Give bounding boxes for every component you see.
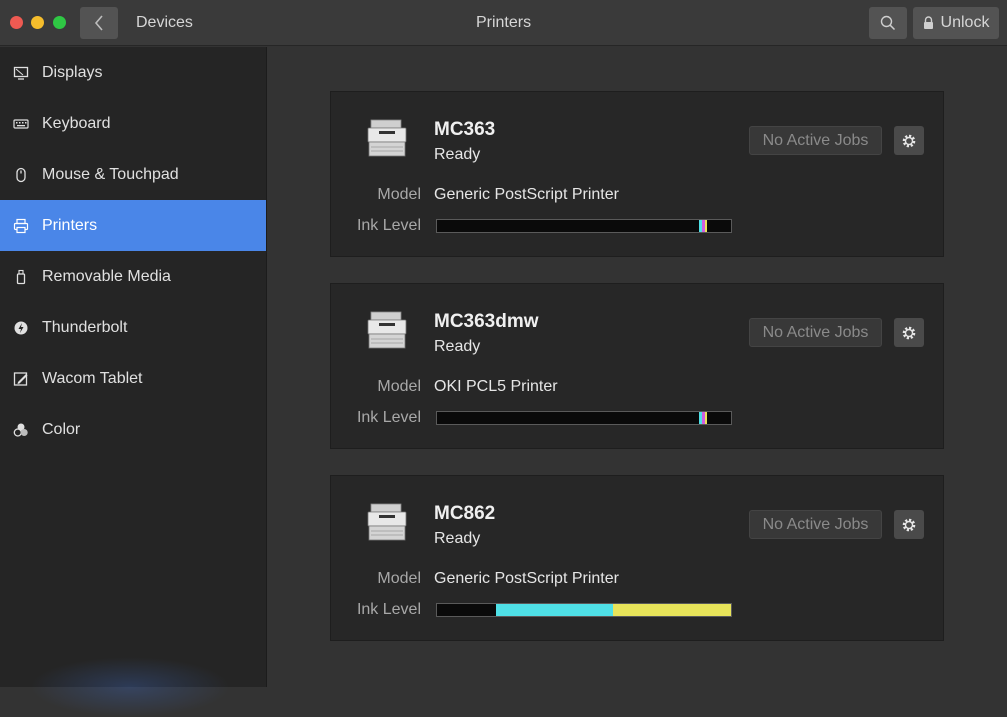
sidebar-item-label: Mouse & Touchpad	[42, 165, 179, 183]
printer-card: MC363dmw Ready Model OKI PCL5 Printer In…	[330, 283, 944, 449]
printer-device-icon	[367, 119, 407, 157]
gear-icon	[902, 326, 916, 339]
sidebar-item-mouse-touchpad[interactable]: Mouse & Touchpad	[0, 149, 266, 200]
printer-settings-button[interactable]	[894, 126, 924, 155]
ink-level-bar	[436, 219, 732, 233]
printer-status: Ready	[434, 146, 481, 163]
unlock-label: Unlock	[940, 14, 990, 31]
close-window-button[interactable]	[10, 16, 23, 29]
ink-level-bar	[436, 603, 732, 617]
maximize-window-button[interactable]	[53, 16, 66, 29]
thunderbolt-icon	[12, 319, 30, 337]
printer-settings-button[interactable]	[894, 318, 924, 347]
printers-pane: MC363 Ready Model Generic PostScript Pri…	[267, 47, 1007, 687]
display-icon	[12, 64, 30, 82]
minimize-window-button[interactable]	[31, 16, 44, 29]
sidebar-item-label: Color	[42, 420, 81, 438]
ink-level-label: Ink Level	[356, 601, 421, 618]
unlock-button[interactable]: Unlock	[913, 7, 999, 39]
printer-settings-button[interactable]	[894, 510, 924, 539]
mouse-icon	[12, 166, 30, 184]
sidebar-item-label: Keyboard	[42, 114, 111, 132]
sidebar-item-printers[interactable]: Printers	[0, 200, 266, 251]
printer-model: Generic PostScript Printer	[434, 186, 619, 203]
printer-status: Ready	[434, 338, 481, 355]
sidebar-item-wacom-tablet[interactable]: Wacom Tablet	[0, 353, 266, 404]
sidebar-item-keyboard[interactable]: Keyboard	[0, 98, 266, 149]
printer-status: Ready	[434, 530, 481, 547]
no-active-jobs-button[interactable]: No Active Jobs	[749, 318, 882, 347]
search-icon	[880, 15, 896, 31]
model-label: Model	[377, 186, 421, 203]
printer-name: MC862	[434, 503, 496, 524]
ink-segment-cyan	[495, 604, 614, 616]
model-label: Model	[377, 378, 421, 395]
ink-level-label: Ink Level	[356, 217, 421, 234]
printer-name: MC363	[434, 119, 496, 140]
printer-device-icon	[367, 311, 407, 349]
ink-segment-yellow	[613, 604, 731, 616]
ink-segment-black	[437, 604, 496, 616]
chevron-left-icon	[94, 15, 103, 31]
sidebar-item-label: Printers	[42, 216, 98, 234]
usb-icon	[12, 268, 30, 286]
ink-level-bar	[436, 411, 732, 425]
no-active-jobs-button[interactable]: No Active Jobs	[749, 126, 882, 155]
keyboard-icon	[12, 115, 30, 133]
printer-card: MC363 Ready Model Generic PostScript Pri…	[330, 91, 944, 257]
printer-icon	[12, 217, 30, 235]
sidebar-item-label: Displays	[42, 63, 103, 81]
ink-level-label: Ink Level	[356, 409, 421, 426]
model-label: Model	[377, 570, 421, 587]
color-icon	[12, 421, 30, 439]
sidebar-item-label: Removable Media	[42, 267, 171, 285]
sidebar: Displays Keyboard Mouse & Touchpad Print…	[0, 47, 267, 717]
ink-segment-yellow	[704, 220, 708, 232]
breadcrumb: Devices	[136, 14, 193, 31]
gear-icon	[902, 134, 916, 147]
ink-segment-black	[437, 220, 699, 232]
sidebar-item-label: Thunderbolt	[42, 318, 128, 336]
sidebar-item-color[interactable]: Color	[0, 404, 266, 455]
sidebar-glow	[30, 657, 230, 717]
sidebar-item-label: Wacom Tablet	[42, 369, 143, 387]
printer-device-icon	[367, 503, 407, 541]
sidebar-item-displays[interactable]: Displays	[0, 47, 266, 98]
lock-icon	[923, 16, 933, 29]
printer-card: MC862 Ready Model Generic PostScript Pri…	[330, 475, 944, 641]
printer-model: Generic PostScript Printer	[434, 570, 619, 587]
printer-name: MC363dmw	[434, 311, 539, 332]
title-bar: Devices Printers Unlock	[0, 0, 1007, 46]
sidebar-item-removable-media[interactable]: Removable Media	[0, 251, 266, 302]
sidebar-item-thunderbolt[interactable]: Thunderbolt	[0, 302, 266, 353]
search-button[interactable]	[869, 7, 907, 39]
back-button[interactable]	[80, 7, 118, 39]
no-active-jobs-button[interactable]: No Active Jobs	[749, 510, 882, 539]
tablet-icon	[12, 370, 30, 388]
gear-icon	[902, 518, 916, 531]
printer-model: OKI PCL5 Printer	[434, 378, 558, 395]
ink-segment-yellow	[704, 412, 708, 424]
ink-segment-black	[437, 412, 699, 424]
